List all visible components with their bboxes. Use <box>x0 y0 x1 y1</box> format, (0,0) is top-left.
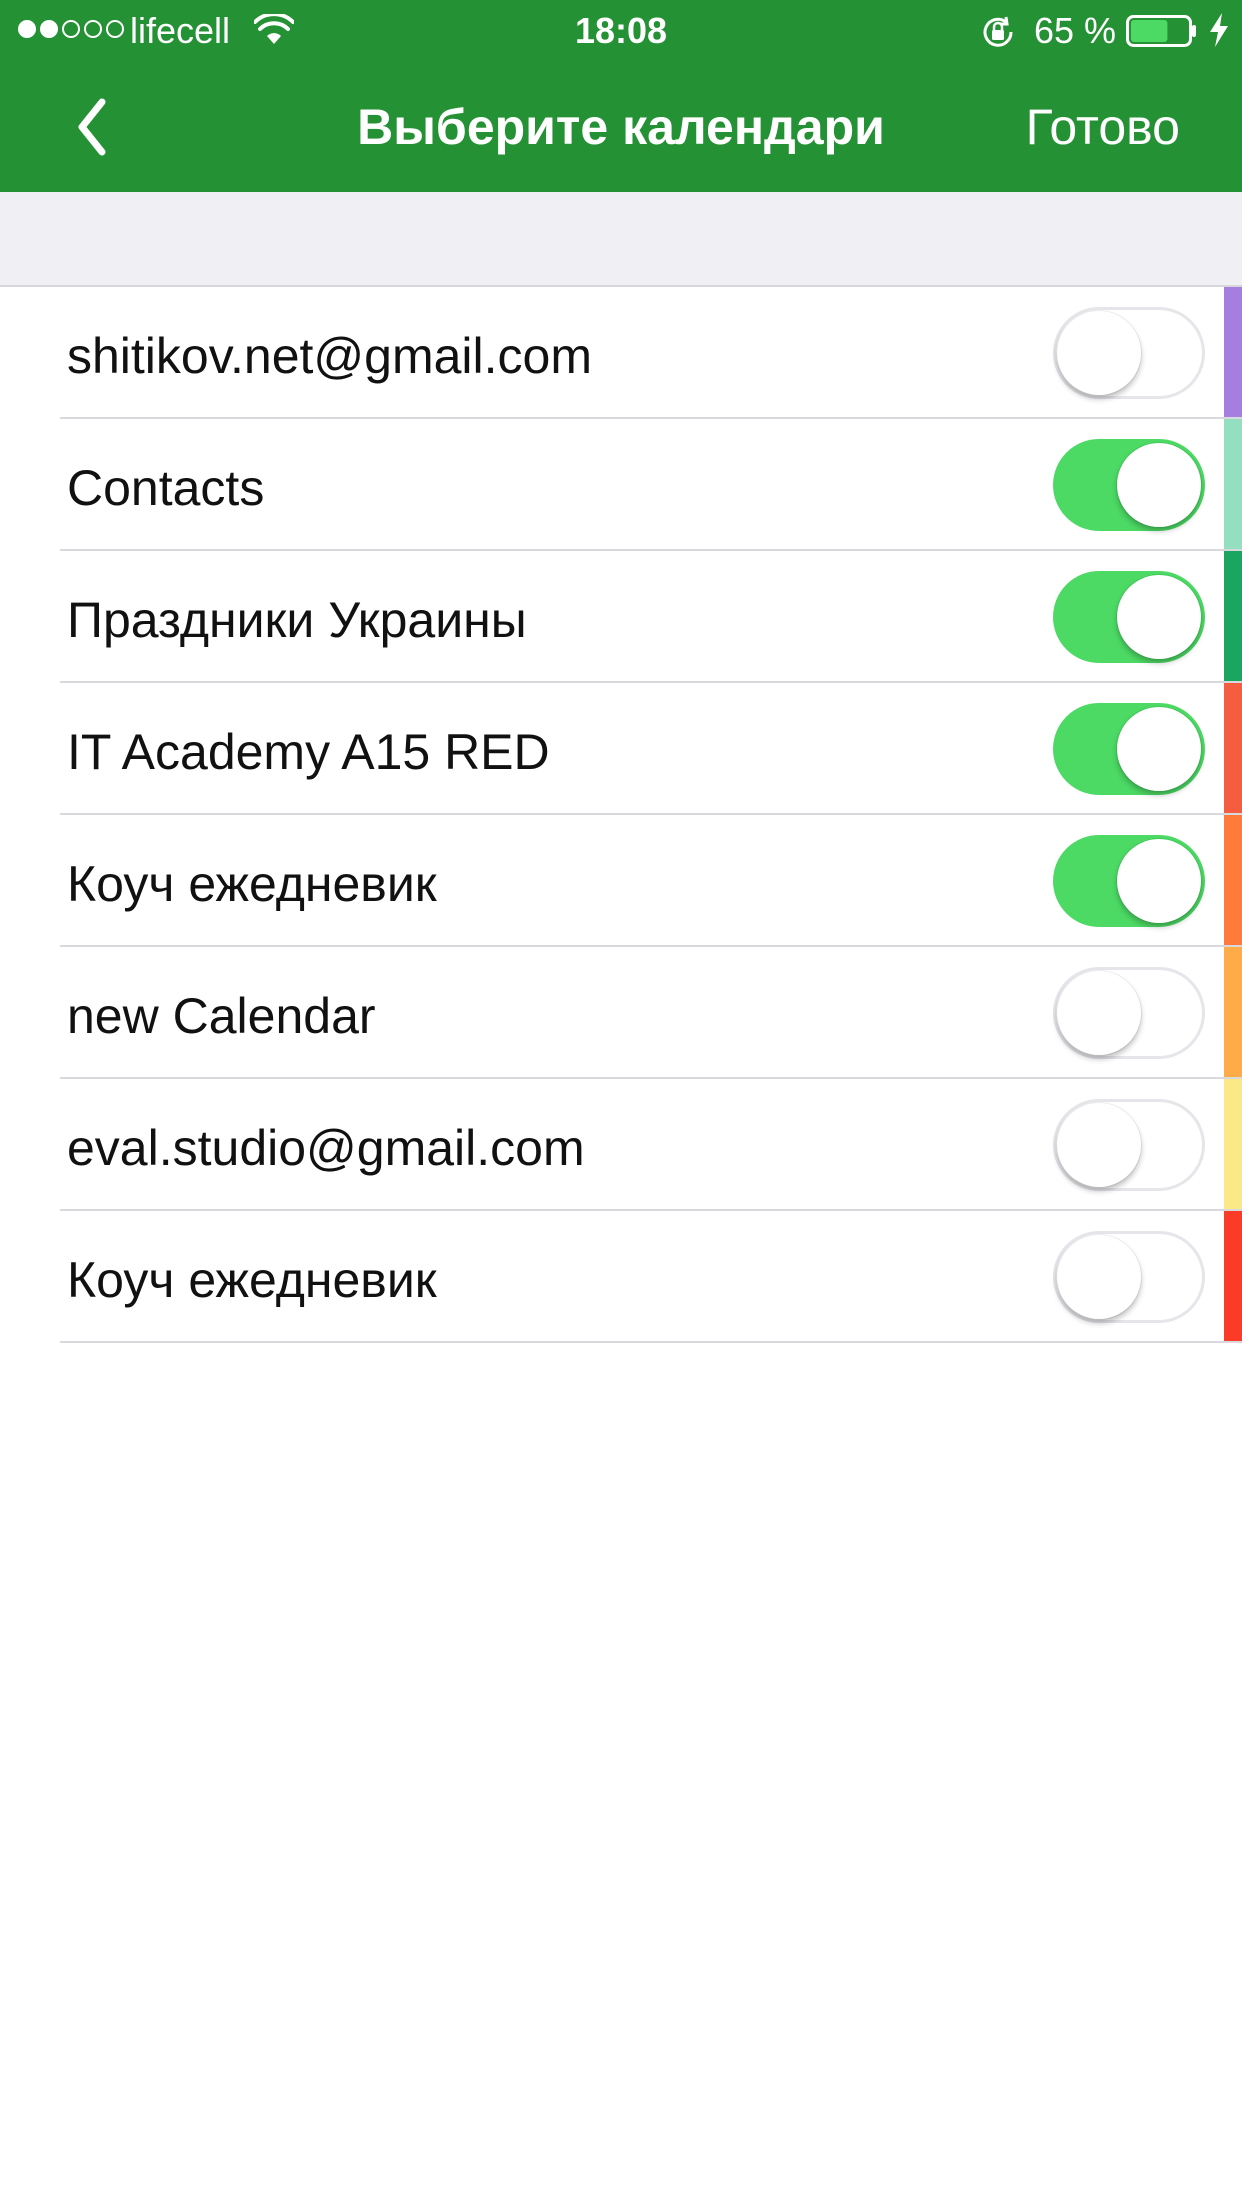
toggle-knob <box>1057 971 1141 1055</box>
calendar-name: IT Academy A15 RED <box>67 724 550 780</box>
calendar-color-strip <box>1224 683 1242 815</box>
calendar-row: Contacts <box>0 419 1242 551</box>
section-header-spacer <box>0 192 1242 287</box>
calendar-toggle[interactable] <box>1053 703 1205 795</box>
calendar-name: Праздники Украины <box>67 592 527 648</box>
calendar-name: Contacts <box>67 460 265 516</box>
status-bar: lifecell 18:08 65 % <box>0 0 1242 60</box>
calendar-row: new Calendar <box>0 947 1242 1079</box>
calendar-color-strip <box>1224 287 1242 419</box>
calendar-toggle[interactable] <box>1053 835 1205 927</box>
toggle-knob <box>1117 443 1201 527</box>
calendar-name: Коуч ежедневик <box>67 856 437 912</box>
toggle-knob <box>1117 839 1201 923</box>
calendar-row: shitikov.net@gmail.com <box>0 287 1242 419</box>
battery-percent: 65 % <box>1034 10 1117 51</box>
calendar-name: shitikov.net@gmail.com <box>67 328 592 384</box>
toggle-knob <box>1057 311 1141 395</box>
calendar-toggle[interactable] <box>1053 439 1205 531</box>
calendar-row: Коуч ежедневик <box>0 815 1242 947</box>
charging-bolt-icon <box>1210 13 1228 47</box>
calendar-toggle[interactable] <box>1053 967 1205 1059</box>
toggle-knob <box>1057 1235 1141 1319</box>
calendar-row: Коуч ежедневик <box>0 1211 1242 1343</box>
battery-icon <box>1126 15 1196 47</box>
calendar-row: IT Academy A15 RED <box>0 683 1242 815</box>
calendar-color-strip <box>1224 815 1242 947</box>
screen: lifecell 18:08 65 % Выберите календари Г… <box>0 0 1242 2208</box>
calendar-color-strip <box>1224 1211 1242 1343</box>
calendar-color-strip <box>1224 551 1242 683</box>
navigation-bar: Выберите календари Готово <box>0 60 1242 192</box>
calendar-color-strip <box>1224 419 1242 551</box>
calendar-toggle[interactable] <box>1053 307 1205 399</box>
done-button[interactable]: Готово <box>1026 98 1180 156</box>
toggle-knob <box>1117 707 1201 791</box>
calendar-name: Коуч ежедневик <box>67 1252 437 1308</box>
calendar-toggle[interactable] <box>1053 571 1205 663</box>
calendar-color-strip <box>1224 947 1242 1079</box>
calendar-toggle[interactable] <box>1053 1099 1205 1191</box>
calendar-toggle[interactable] <box>1053 1231 1205 1323</box>
toggle-knob <box>1117 575 1201 659</box>
calendar-name: new Calendar <box>67 988 376 1044</box>
row-divider <box>60 1341 1242 1343</box>
calendar-name: eval.studio@gmail.com <box>67 1120 585 1176</box>
calendar-row: eval.studio@gmail.com <box>0 1079 1242 1211</box>
calendar-color-strip <box>1224 1079 1242 1211</box>
toggle-knob <box>1057 1103 1141 1187</box>
calendar-row: Праздники Украины <box>0 551 1242 683</box>
rotation-lock-icon <box>983 16 1013 47</box>
calendar-list: shitikov.net@gmail.com Contacts Праздники … <box>0 287 1242 1343</box>
top-bar: lifecell 18:08 65 % Выберите календари Г… <box>0 0 1242 192</box>
